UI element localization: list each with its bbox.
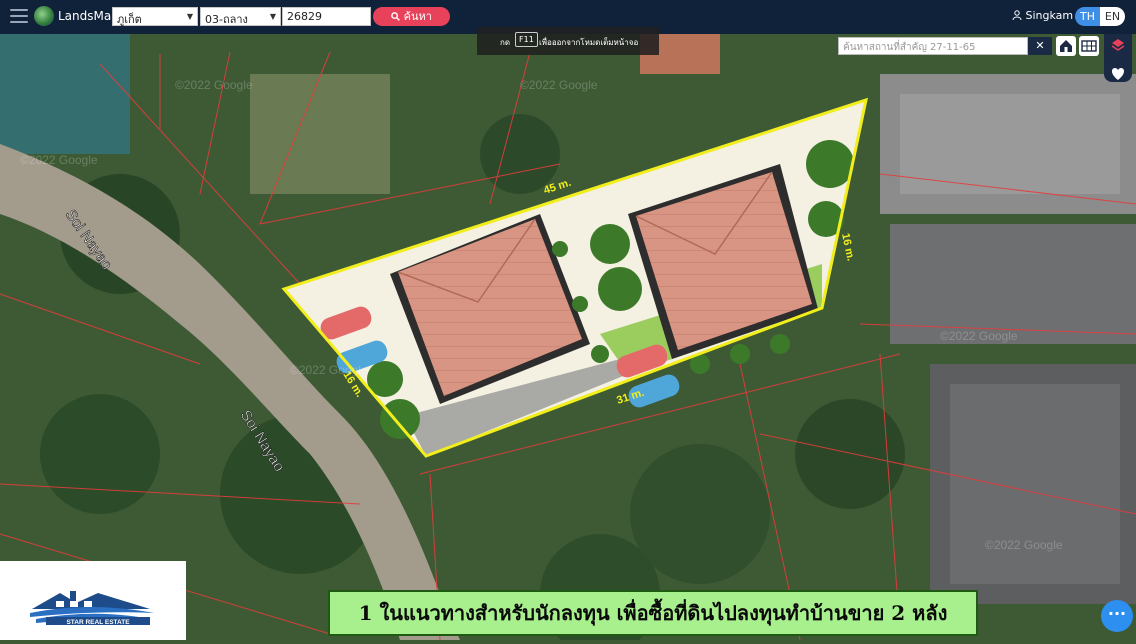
grid-icon[interactable]	[1079, 36, 1099, 56]
side-panel	[1104, 34, 1132, 82]
chevron-down-icon: ▼	[269, 12, 276, 21]
user-icon	[1012, 10, 1022, 21]
home-icon[interactable]	[1056, 36, 1076, 56]
province-select[interactable]: ภูเก็ต ▼	[112, 7, 198, 26]
fullscreen-hint: กด F11 เพื่อออกจากโหมดเต็มหน้าจอ	[477, 27, 659, 55]
user-name: Singkam	[1025, 9, 1074, 22]
user-menu[interactable]: Singkam ▼	[1012, 9, 1082, 22]
close-icon[interactable]: ✕	[1028, 37, 1052, 55]
map-watermark: ©2022 Google	[20, 153, 98, 167]
caption-banner: 1 ในแนวทางสำหรับนักลงทุน เพื่อซื้อที่ดิน…	[328, 590, 978, 636]
layers-icon[interactable]	[1104, 34, 1132, 56]
map-watermark: ©2022 Google	[175, 78, 253, 92]
company-name: STAR REAL ESTATE	[66, 619, 130, 626]
heart-icon[interactable]	[1104, 60, 1132, 84]
map-watermark: ©2022 Google	[290, 363, 368, 377]
search-icon	[391, 12, 400, 21]
place-search-input[interactable]: ค้นหาสถานที่สำคัญ 27-11-65	[838, 37, 1028, 55]
lang-en-button[interactable]: EN	[1100, 7, 1125, 26]
search-button-label: ค้นหา	[403, 10, 432, 23]
search-button[interactable]: ค้นหา	[373, 7, 450, 26]
map-watermark: ©2022 Google	[940, 329, 1018, 343]
lang-th-button[interactable]: TH	[1075, 7, 1100, 26]
hint-message: เพื่อออกจากโหมดเต็มหน้าจอ	[539, 38, 639, 47]
hamburger-menu-icon[interactable]	[10, 9, 28, 23]
map-watermark: ©2022 Google	[520, 78, 598, 92]
province-value: ภูเก็ต	[117, 13, 142, 26]
chevron-down-icon: ▼	[186, 12, 193, 21]
map-watermark: ©2022 Google	[985, 538, 1063, 552]
district-select[interactable]: 03-ถลาง ▼	[200, 7, 281, 26]
company-logo: STAR REAL ESTATE	[0, 561, 186, 640]
chat-dots-icon[interactable]: ···	[1101, 600, 1133, 632]
parcel-number-input[interactable]: 26829	[282, 7, 371, 26]
map-view[interactable]: 45 m. 16 m. 16 m. 31 m. Soi Nayao Soi Na…	[0, 34, 1136, 640]
hint-key: F11	[515, 32, 538, 47]
hint-prefix: กด	[500, 38, 511, 47]
district-value: 03-ถลาง	[205, 13, 248, 26]
globe-logo-icon[interactable]	[34, 6, 54, 26]
